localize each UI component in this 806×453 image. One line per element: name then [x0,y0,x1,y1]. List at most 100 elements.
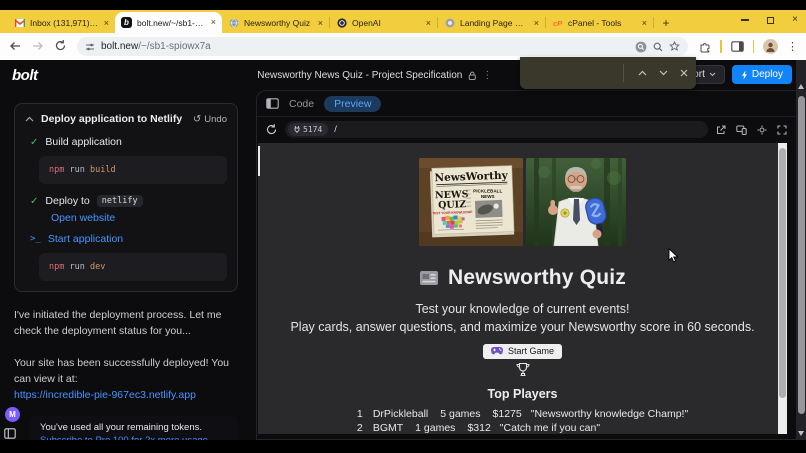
svg-text:NEWS: NEWS [481,194,495,199]
bookmark-star-icon[interactable] [669,41,680,52]
bolt-favicon: b [121,17,132,28]
inspect-icon[interactable] [757,125,767,135]
assistant-message: Your site has been successfully deployed… [14,355,238,404]
device-toolbar-icon[interactable] [736,125,747,135]
lens-icon[interactable] [635,41,647,53]
deploy-button[interactable]: Deploy [732,65,792,84]
scroll-down-arrow[interactable] [798,431,804,436]
fullscreen-icon[interactable] [777,125,787,135]
forward-icon[interactable] [31,40,45,54]
findbar-divider [623,64,624,82]
window-close-button[interactable]: × [792,15,798,25]
app-tagline-1: Test your knowledge of current events! [288,301,758,317]
preview-panel: Code Preview 5174 / [256,90,796,440]
tab-title: Landing Page Cleanup [460,18,529,28]
tab-bolt-active[interactable]: b bolt.new/~/sb1-spiowx7a × [115,12,222,33]
tab-cpanel[interactable]: cP cPanel - Tools × [546,13,653,33]
tab-title: cPanel - Tools [568,18,637,28]
app-tagline-2: Play cards, answer questions, and maximi… [288,320,758,334]
maximize-button[interactable] [767,17,774,24]
preview-actions [716,125,787,135]
panel-toggle-icon[interactable] [266,98,279,109]
chrome-menu-icon[interactable]: ⋮ [787,40,798,53]
find-in-page-bar[interactable] [520,57,696,89]
newspaper-icon [419,270,439,286]
preview-scrollbar[interactable] [778,143,787,434]
tab-openai[interactable]: OpenAI × [330,13,437,33]
tab-close-icon[interactable]: × [642,19,647,28]
preview-address[interactable]: 5174 / [285,121,708,138]
minimize-button[interactable] [741,19,749,21]
user-avatar[interactable]: M [5,407,20,422]
scroll-up-arrow[interactable] [798,84,804,89]
browser-toolbar: bolt.new/~/sb1-spiowx7a ⋮ [0,33,806,60]
tab-close-icon[interactable]: × [318,19,323,28]
preview-reload-icon[interactable] [266,124,277,135]
app-title-row: Newsworthy Quiz [288,266,758,290]
assistant-message: I've initiated the deployment process. L… [14,307,238,340]
lightning-icon [741,70,748,80]
profile-avatar[interactable] [763,39,778,54]
find-close-icon[interactable] [680,69,688,77]
sidebar-toggle-icon[interactable] [4,428,16,439]
search-icon[interactable] [653,42,663,52]
tab-close-icon[interactable]: × [211,18,216,27]
undo-button[interactable]: ↺ Undo [193,114,227,125]
chevron-down-icon [709,72,716,77]
toolbar-divider [720,40,722,53]
new-tab-button[interactable]: + [658,15,674,31]
tab-landing-page-cleanup[interactable]: Landing Page Cleanup × [438,13,545,33]
project-title: Newsworthy News Quiz - Project Specifica… [257,70,492,81]
newspaper-hero-image: NewsWorthy NEWS QUIZ TEST YOUR KNOWLEDGE [419,158,523,251]
extensions-icon[interactable] [699,41,711,53]
title-menu-icon[interactable]: ⋮ [482,70,492,81]
step-start-application: >_ Start application [30,233,227,245]
bottom-bezel [0,440,806,453]
step-build: ✓ Build application [30,136,227,148]
reload-icon[interactable] [54,40,68,54]
deploy-card: Deploy application to Netlify ↺ Undo ✓ B… [14,103,238,292]
find-next-icon[interactable] [659,70,668,76]
site-info-icon[interactable] [85,42,95,52]
chat-panel: Deploy application to Netlify ↺ Undo ✓ B… [0,90,252,440]
start-game-button[interactable]: Start Game [483,344,562,359]
globe-icon [228,18,239,29]
find-previous-icon[interactable] [638,70,647,76]
tab-gmail[interactable]: Inbox (131,971) - bgmtmill × [8,13,115,33]
preview-scrollbar-thumb[interactable] [779,148,786,398]
svg-text:PICKLEBALL: PICKLEBALL [473,188,502,193]
hero-images: NewsWorthy NEWS QUIZ TEST YOUR KNOWLEDGE [288,158,758,251]
gmail-icon [14,18,25,29]
address-bar[interactable]: bolt.new/~/sb1-spiowx7a [77,37,688,56]
open-website-link[interactable]: Open website [51,212,227,224]
toolbar-divider [753,40,755,53]
tab-close-icon[interactable]: × [426,19,431,28]
window-scrollbar-thumb[interactable] [798,96,805,414]
app-preview: NewsWorthy NEWS QUIZ TEST YOUR KNOWLEDGE [258,143,787,434]
side-panel-icon[interactable] [731,41,744,52]
leaderboard: 1DrPickleball5 games$1275"Newsworthy kno… [357,408,688,434]
player-row: 2BGMT1 games$312"Catch me if you can" [357,422,688,434]
preview-left-scroll-remnant [258,146,260,176]
check-icon: ✓ [30,196,38,207]
tab-title: Newsworthy Quiz [244,18,313,28]
build-command: npm run build [39,156,227,184]
tab-preview[interactable]: Preview [324,96,381,112]
tab-newsworthy-quiz[interactable]: Newsworthy Quiz × [222,13,329,33]
deploy-card-header[interactable]: Deploy application to Netlify ↺ Undo [25,113,227,125]
tab-code[interactable]: Code [289,98,314,110]
tab-close-icon[interactable]: × [534,19,539,28]
bolt-logo[interactable]: bolt [12,67,38,84]
back-icon[interactable] [8,40,22,54]
token-notice-text: You've used all your remaining tokens. [40,422,228,433]
deployed-site-link[interactable]: https://incredible-pie-967ec3.netlify.ap… [14,389,196,401]
window-scrollbar[interactable] [796,60,806,440]
mouse-cursor [668,248,679,268]
plug-icon [294,126,300,133]
top-bezel [0,0,806,10]
trophy-icon [288,362,758,378]
start-application-label[interactable]: Start application [48,233,123,245]
open-external-icon[interactable] [716,125,726,135]
tab-close-icon[interactable]: × [104,19,109,28]
screen: Inbox (131,971) - bgmtmill × b bolt.new/… [0,0,806,453]
